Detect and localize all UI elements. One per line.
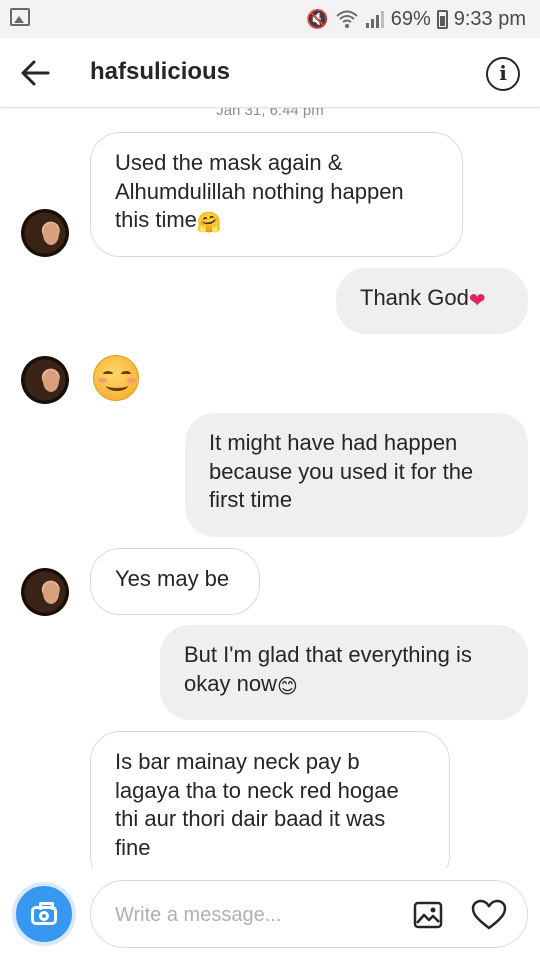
red-heart-emoji: ❤ xyxy=(468,290,486,312)
battery-percent: 69% xyxy=(390,7,431,30)
signal-icon xyxy=(365,11,384,28)
conversation-username[interactable]: hafsulicious xyxy=(90,58,230,86)
info-icon[interactable]: i xyxy=(486,57,520,91)
message-text: Used the mask again & Alhumdulillah noth… xyxy=(115,150,404,232)
camera-icon xyxy=(31,902,57,925)
message-bubble-sent[interactable]: It might have had happen because you use… xyxy=(185,413,528,537)
arrow-left-icon[interactable] xyxy=(18,56,52,90)
hugging-face-emoji: 🤗 xyxy=(196,212,222,234)
message-text: Thank God xyxy=(360,285,469,310)
wifi-icon xyxy=(336,10,358,28)
camera-button[interactable] xyxy=(12,882,76,946)
message-bubble-sent[interactable]: But I'm glad that everything is okay now… xyxy=(160,625,528,720)
conversation-header: hafsulicious i xyxy=(0,38,540,108)
message-bubble-received[interactable]: Used the mask again & Alhumdulillah noth… xyxy=(90,132,463,257)
message-text: It might have had happen because you use… xyxy=(209,430,474,512)
status-bar: 🔇 69% 9:33 pm xyxy=(0,0,540,38)
heart-icon[interactable] xyxy=(471,899,507,931)
avatar[interactable] xyxy=(21,209,69,257)
image-icon[interactable] xyxy=(413,901,443,929)
message-composer xyxy=(0,868,540,960)
avatar[interactable] xyxy=(21,356,69,404)
avatar[interactable] xyxy=(21,568,69,616)
message-text: But I'm glad that everything is okay now xyxy=(184,642,472,696)
smiling-face-emoji: 😊 xyxy=(276,675,298,698)
message-input[interactable] xyxy=(115,899,405,931)
message-text: Is bar mainay neck pay b lagaya tha to n… xyxy=(115,749,399,860)
message-input-container xyxy=(90,880,528,948)
mute-icon: 🔇 xyxy=(306,8,329,29)
gallery-icon xyxy=(10,8,30,26)
clock: 9:33 pm xyxy=(453,7,526,30)
smiling-face-emoji[interactable] xyxy=(93,355,139,401)
battery-icon xyxy=(436,9,448,29)
message-bubble-received[interactable]: Yes may be xyxy=(90,548,260,615)
message-bubble-sent[interactable]: Thank God❤ xyxy=(336,268,528,334)
message-bubble-received[interactable]: Is bar mainay neck pay b lagaya tha to n… xyxy=(90,731,450,886)
message-text: Yes may be xyxy=(115,566,230,591)
